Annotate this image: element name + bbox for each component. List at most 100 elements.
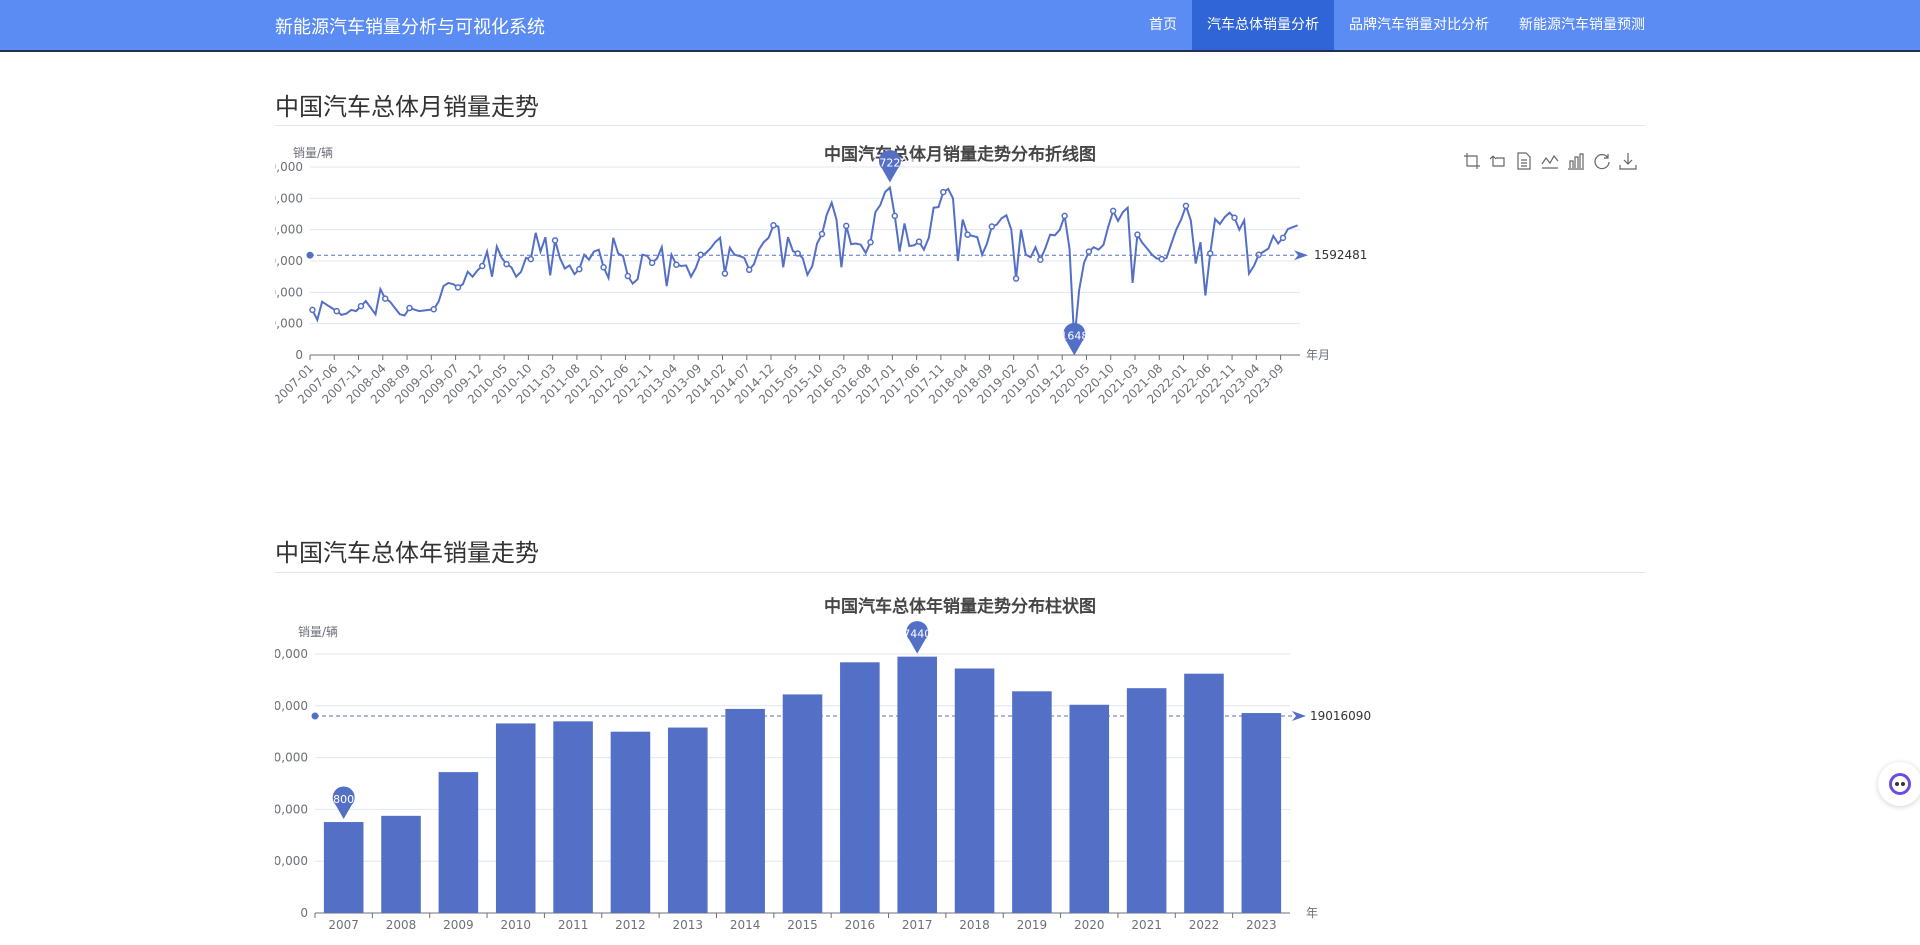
y-tick-label: 15,000,000 (275, 751, 308, 765)
app-brand[interactable]: 新能源汽车销量分析与可视化系统 (275, 13, 545, 39)
data-point (600, 264, 607, 271)
data-point (357, 302, 365, 310)
x-axis-title: 年月 (1306, 348, 1330, 362)
y-tick-label: 5,000,000 (275, 854, 308, 868)
data-point (1279, 234, 1287, 242)
y-axis-title: 销量/辆 (298, 625, 338, 639)
data-point (1231, 214, 1238, 222)
data-point (721, 270, 729, 277)
nav-home[interactable]: 首页 (1134, 0, 1192, 50)
restore-icon[interactable] (1592, 151, 1612, 171)
data-point (406, 304, 413, 312)
y-tick-label: 20,000,000 (275, 699, 308, 713)
bar (495, 723, 536, 913)
data-point (915, 238, 923, 245)
zoom-reset-icon[interactable] (1488, 151, 1508, 171)
data-point (843, 222, 850, 230)
x-tick-label: 2020 (1074, 918, 1105, 932)
x-tick-label: 2008 (386, 918, 417, 932)
nav-total-sales-analysis[interactable]: 汽车总体销量分析 (1192, 0, 1334, 50)
y-tick-label: 0 (300, 906, 308, 920)
mark-line-label: 1592481 (1314, 248, 1367, 262)
mark-line-arrow (1294, 250, 1308, 261)
bar (381, 815, 421, 913)
bar (897, 656, 937, 913)
mark-line-label: 19016090 (1310, 709, 1371, 723)
data-point (867, 238, 874, 246)
data-point (1061, 212, 1068, 220)
data-point (1158, 255, 1165, 263)
bar (725, 708, 765, 913)
nav-nev-forecast[interactable]: 新能源汽车销量预测 (1504, 0, 1660, 50)
data-point (988, 223, 996, 230)
y-tick-label: 500,000 (275, 317, 303, 331)
data-point (745, 266, 753, 274)
x-tick-label: 2013 (673, 918, 704, 932)
data-point (940, 188, 947, 196)
x-tick-label: 2010 (500, 918, 531, 932)
bar (1126, 688, 1167, 913)
data-point (381, 295, 389, 302)
data-point (527, 255, 535, 263)
y-tick-label: 10,000,000 (275, 802, 308, 816)
x-tick-label: 2016 (845, 918, 876, 932)
save-image-icon[interactable] (1618, 151, 1638, 171)
data-view-icon[interactable] (1514, 151, 1534, 171)
data-point (1037, 256, 1044, 263)
x-tick-label: 2018 (959, 918, 990, 932)
data-point (891, 212, 899, 220)
data-point (770, 222, 777, 229)
data-point (1012, 275, 1020, 282)
x-tick-label: 2014 (730, 918, 761, 932)
x-tick-label: 2022 (1189, 918, 1220, 932)
floating-assistant-button[interactable] (1878, 762, 1920, 806)
yearly-section-divider (275, 572, 1645, 573)
min-pin-label: 8780000 (319, 793, 368, 806)
area-zoom-icon[interactable] (1462, 151, 1482, 171)
bar (438, 772, 479, 913)
y-tick-label: 1,500,000 (275, 254, 303, 268)
nav-brand-comparison[interactable]: 品牌汽车销量对比分析 (1334, 0, 1504, 50)
y-axis-title: 销量/辆 (293, 146, 333, 160)
data-point (1134, 231, 1141, 238)
bar (323, 822, 364, 913)
data-point (1085, 248, 1093, 255)
y-tick-label: 25,000,000 (275, 647, 308, 661)
monthly-section-title: 中国汽车总体月销量走势 (275, 93, 539, 121)
top-navbar: 新能源汽车销量分析与可视化系统 首页 汽车总体销量分析 品牌汽车销量对比分析 新… (0, 0, 1920, 52)
bar-switch-icon[interactable] (1566, 151, 1586, 171)
x-tick-label: 2011 (558, 918, 589, 932)
data-point (551, 237, 559, 244)
data-point (333, 307, 340, 315)
x-axis-title: 年 (1306, 906, 1318, 920)
plot-area: 0 500,000 1,000,000 1,500,000 2,000,000 2,500… (275, 149, 1367, 407)
x-tick-label: 2015 (787, 918, 818, 932)
assistant-face-icon (1889, 773, 1911, 795)
line-switch-icon[interactable] (1540, 151, 1560, 171)
bar (553, 721, 593, 913)
y-tick-label: 3,000,000 (275, 160, 303, 174)
bar (1241, 713, 1282, 913)
y-tick-label: 0 (295, 348, 303, 362)
y-tick-label: 2,000,000 (275, 223, 303, 237)
bar (668, 727, 708, 913)
data-point (673, 261, 680, 269)
data-point (818, 230, 826, 238)
data-point (648, 259, 656, 267)
data-point (479, 262, 486, 270)
data-point (576, 265, 583, 273)
chart-toolbox (1462, 151, 1638, 171)
monthly-section-divider (275, 125, 1645, 126)
x-tick-label: 2021 (1131, 918, 1162, 932)
max-pin-label: 2672264 (865, 157, 914, 170)
bar (954, 668, 995, 913)
data-point (309, 306, 316, 314)
yearly-sales-bar-chart: 中国汽车总体年销量走势分布柱状图销量/辆年 0 5,000,000 10,000,00… (275, 596, 1371, 932)
data-point (1182, 202, 1190, 210)
data-point (1109, 207, 1117, 215)
y-tick-label: 2,500,000 (275, 191, 303, 205)
chart-title: 中国汽车总体年销量走势分布柱状图 (824, 596, 1096, 617)
monthly-sales-line-chart: 中国汽车总体月销量走势分布折线图销量/辆年月0500,0001,000,0001… (275, 144, 1367, 407)
bar (840, 662, 880, 913)
y-tick-label: 1,000,000 (275, 285, 303, 299)
